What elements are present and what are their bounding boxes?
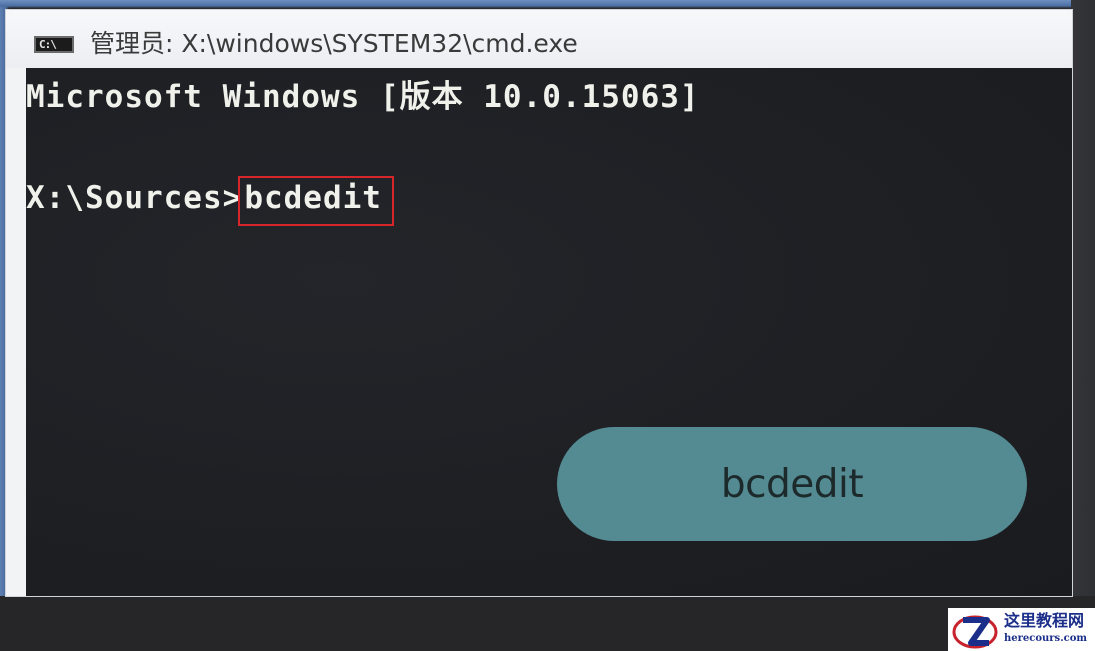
cmd-icon-glyph: C:\ <box>39 38 57 51</box>
command-callout: bcdedit <box>557 427 1027 541</box>
monitor-bezel <box>1071 0 1095 600</box>
title-bar[interactable]: C:\ 管理员: X:\windows\SYSTEM32\cmd.exe <box>6 10 1072 68</box>
site-watermark: 这里教程网 herecours.com <box>948 608 1095 651</box>
window-title: 管理员: X:\windows\SYSTEM32\cmd.exe <box>90 29 578 58</box>
console-version-line: Microsoft Windows [版本 10.0.15063] <box>26 79 700 115</box>
console-prompt-line: X:\Sources>bcdedit <box>26 176 394 226</box>
bottom-bezel <box>0 596 1095 651</box>
site-logo-icon <box>952 615 998 649</box>
site-name: 这里教程网 <box>1004 611 1085 630</box>
site-url: herecours.com <box>1004 633 1088 644</box>
highlighted-command: bcdedit <box>238 176 394 226</box>
cmd-app-icon[interactable]: C:\ <box>34 36 74 53</box>
console-prompt: X:\Sources> <box>26 180 243 216</box>
command-callout-label: bcdedit <box>720 461 864 507</box>
